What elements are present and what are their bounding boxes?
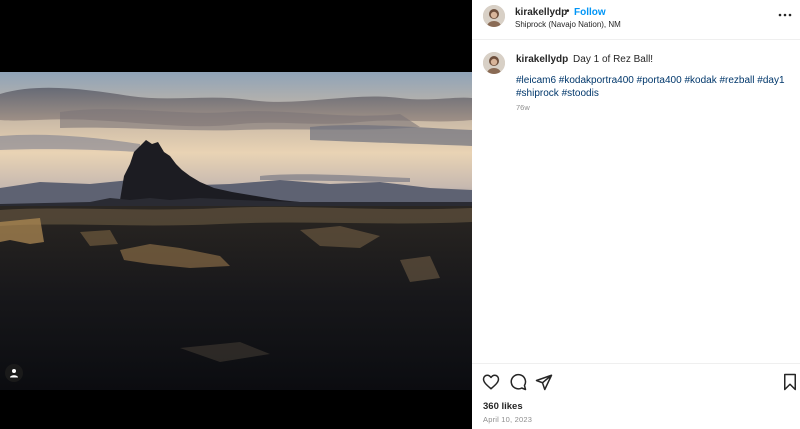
action-bar: [472, 363, 800, 399]
post-date: April 10, 2023: [483, 415, 533, 424]
caption-text: Day 1 of Rez Ball!: [573, 54, 654, 65]
tagged-users-button[interactable]: [5, 364, 23, 382]
shiprock-landscape-image: [0, 72, 472, 390]
caption-username[interactable]: kirakellydp: [516, 54, 568, 65]
bookmark-icon[interactable]: [781, 373, 799, 391]
caption-avatar[interactable]: [483, 52, 505, 74]
like-count[interactable]: 360 likes: [483, 401, 523, 412]
caption-time-ago: 76w: [516, 103, 530, 112]
user-tag-icon: [10, 369, 18, 378]
separator-dot: •: [566, 6, 570, 17]
profile-picture: [483, 5, 505, 27]
follow-button[interactable]: Follow: [574, 7, 606, 18]
post-panel: kirakellydp • Follow Shiprock (Navajo Na…: [472, 0, 800, 429]
more-options-icon[interactable]: [778, 10, 792, 20]
heart-icon[interactable]: [482, 373, 500, 391]
profile-picture: [483, 52, 505, 74]
post-photo[interactable]: [0, 72, 472, 390]
post-header: kirakellydp • Follow Shiprock (Navajo Na…: [472, 0, 800, 40]
avatar[interactable]: [483, 5, 505, 27]
caption-hashtags[interactable]: #leicam6 #kodakportra400 #porta400 #koda…: [516, 74, 786, 100]
caption-text-line: kirakellydp Day 1 of Rez Ball!: [516, 53, 786, 67]
author-username[interactable]: kirakellydp: [515, 7, 567, 18]
post-location[interactable]: Shiprock (Navajo Nation), NM: [515, 20, 621, 29]
media-pane: [0, 0, 472, 429]
send-icon[interactable]: [535, 373, 553, 391]
comment-icon[interactable]: [509, 373, 527, 391]
